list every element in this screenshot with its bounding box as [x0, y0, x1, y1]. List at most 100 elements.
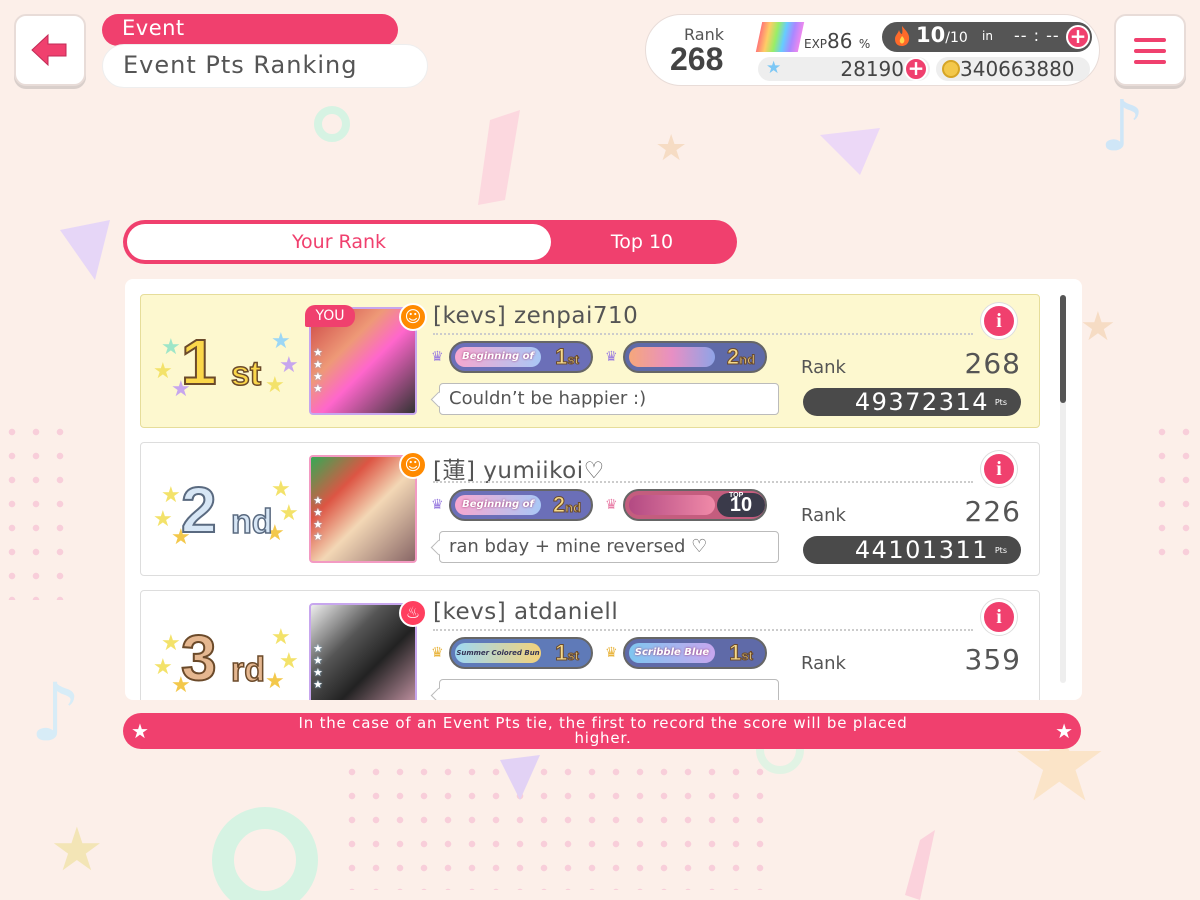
- add-stars-button[interactable]: +: [904, 57, 928, 81]
- place-star-icon: ★: [271, 329, 291, 354]
- event-points-value: 49372314: [854, 388, 989, 416]
- scrollbar-thumb[interactable]: [1060, 295, 1066, 403]
- place-star-icon: ★: [161, 483, 181, 508]
- live-boost-timer: -- : --: [1014, 26, 1060, 45]
- page-header: Event Event Pts Ranking: [102, 14, 428, 88]
- event-badge: ♛ Beginning of spring! 1st: [431, 341, 593, 373]
- place-number: 3: [180, 621, 218, 695]
- svg-text:♪: ♪: [1100, 85, 1145, 167]
- info-icon: i: [996, 458, 1002, 480]
- player-status-panel: Rank 268 EXP86 % 10/10 in -- : -- + ★ 28…: [645, 14, 1100, 86]
- badge-rank-suffix: st: [567, 648, 580, 664]
- power-attribute-icon: ♨: [399, 599, 427, 627]
- info-button[interactable]: i: [981, 599, 1017, 635]
- place-star-icon: ★: [265, 669, 285, 694]
- star-gems-value: 28190: [840, 57, 904, 81]
- live-boost-max: /10: [945, 30, 968, 46]
- menu-button[interactable]: [1114, 14, 1186, 86]
- badge-pill: Beginning of spring! 2nd: [449, 489, 593, 521]
- coins-panel: 340663880: [936, 57, 1090, 81]
- player-rank-label: Rank: [801, 357, 846, 378]
- add-live-boost-button[interactable]: +: [1066, 25, 1090, 49]
- tie-rule-text: In the case of an Event Pts tie, the fir…: [298, 714, 908, 747]
- ranking-row[interactable]: ★ ★ ★ ★ ★ ★ 1 st ★ ★ ★ ★ YOU ☺ [kevs] zenpa…: [140, 294, 1040, 428]
- badge-event-label: Scribble Blue: [629, 643, 715, 663]
- exp-value: 86: [827, 29, 853, 53]
- place-suffix: nd: [230, 502, 273, 542]
- badge-rank: 1st: [717, 640, 765, 665]
- ranking-list[interactable]: ★ ★ ★ ★ ★ ★ 1 st ★ ★ ★ ★ YOU ☺ [kevs] zenpa…: [125, 279, 1082, 700]
- star-icon: ★: [766, 58, 782, 78]
- badge-rank-suffix: nd: [565, 500, 582, 516]
- place-star-icon: ★: [153, 655, 173, 680]
- badge-pill: Beginning of spring! 1st: [449, 341, 593, 373]
- badge-rank-number: 2: [726, 344, 740, 369]
- place-medal: ★ ★ ★ ★ ★ ★ 3 rd: [153, 617, 303, 698]
- badge-rank-number: 1: [555, 640, 568, 665]
- badge-event-label: [629, 495, 715, 515]
- player-name: [kevs] atdaniell: [433, 599, 619, 625]
- event-points-value: 44101311: [854, 536, 989, 564]
- tie-rule-banner: ★ In the case of an Event Pts tie, the f…: [123, 713, 1081, 749]
- event-badge: ♛ Summer Colored Bun hin Days 1st: [431, 637, 593, 669]
- crown-icon: ♛: [605, 497, 618, 513]
- tab-your-rank[interactable]: Your Rank: [127, 224, 551, 260]
- card-rarity-stars: ★ ★ ★ ★: [313, 494, 323, 543]
- player-comment: [439, 679, 779, 700]
- star-icon: ★: [131, 719, 149, 743]
- live-boost-in-label: in: [982, 29, 993, 43]
- event-points: 49372314 Pts: [803, 388, 1021, 416]
- info-button[interactable]: i: [981, 451, 1017, 487]
- event-badge: ♛ TOP 10: [605, 489, 767, 521]
- background-dots-left: [0, 420, 70, 600]
- card-rarity-stars: ★ ★ ★ ★: [313, 642, 323, 691]
- badge-event-label: Beginning of spring!: [455, 347, 541, 367]
- list-scrollbar[interactable]: [1060, 295, 1066, 683]
- svg-text:♪: ♪: [30, 666, 81, 759]
- background-dots-right: [1150, 420, 1200, 570]
- exp-unit: %: [858, 37, 871, 51]
- badge-rank: 1st: [543, 344, 591, 369]
- badge-top-label: TOP: [729, 492, 744, 499]
- info-button[interactable]: i: [981, 303, 1017, 339]
- tab-top-10[interactable]: Top 10: [551, 224, 733, 260]
- ranking-row[interactable]: ★ ★ ★ ★ ★ ★ 2 nd ★ ★ ★ ★ ☺ [蓮] yumiikoi♡ i …: [140, 442, 1040, 576]
- badge-rank-number: 1: [555, 344, 568, 369]
- name-divider: [433, 481, 973, 483]
- back-arrow-icon: [31, 33, 67, 67]
- place-suffix: rd: [230, 650, 266, 690]
- place-star-icon: ★: [271, 477, 291, 502]
- place-star-icon: ★: [161, 631, 181, 656]
- place-suffix: st: [230, 354, 262, 394]
- event-badge: ♛ Beginning of spring! 2nd: [431, 489, 593, 521]
- badge-rank: 2nd: [543, 492, 591, 517]
- badge-pill: TOP 10: [623, 489, 767, 521]
- exp-label: EXP: [804, 37, 828, 51]
- place-star-icon: ★: [153, 359, 173, 384]
- player-rank-label: Rank: [801, 505, 846, 526]
- you-tag: YOU: [305, 305, 355, 327]
- coins-value: 340663880: [960, 57, 1075, 81]
- exp-readout: EXP86 %: [804, 29, 870, 53]
- live-boost-current: 10: [916, 23, 946, 47]
- svg-text:★: ★: [655, 128, 687, 169]
- place-medal: ★ ★ ★ ★ ★ ★ 1 st: [153, 321, 303, 402]
- player-rank: 268: [964, 347, 1021, 380]
- player-rank: 226: [964, 495, 1021, 528]
- back-button[interactable]: [14, 14, 86, 86]
- badge-pill: Scribble Blue 1st: [623, 637, 767, 669]
- coin-icon: [942, 60, 960, 78]
- svg-text:★: ★: [1080, 304, 1116, 350]
- event-badge: ♛ 2nd: [605, 341, 767, 373]
- happy-attribute-icon: ☺: [399, 303, 427, 331]
- flame-icon: [895, 26, 910, 46]
- ranking-row[interactable]: ★ ★ ★ ★ ★ ★ 3 rd ★ ★ ★ ★ ♨ [kevs] atdaniell…: [140, 590, 1040, 700]
- place-star-icon: ★: [153, 507, 173, 532]
- info-icon: i: [996, 606, 1002, 628]
- crown-icon: ♛: [605, 349, 618, 365]
- crown-icon: ♛: [431, 349, 444, 365]
- live-boost-count: 10/10: [916, 23, 968, 47]
- page-title: Event Pts Ranking: [102, 44, 428, 88]
- badge-rank-suffix: st: [741, 648, 754, 664]
- happy-attribute-icon: ☺: [399, 451, 427, 479]
